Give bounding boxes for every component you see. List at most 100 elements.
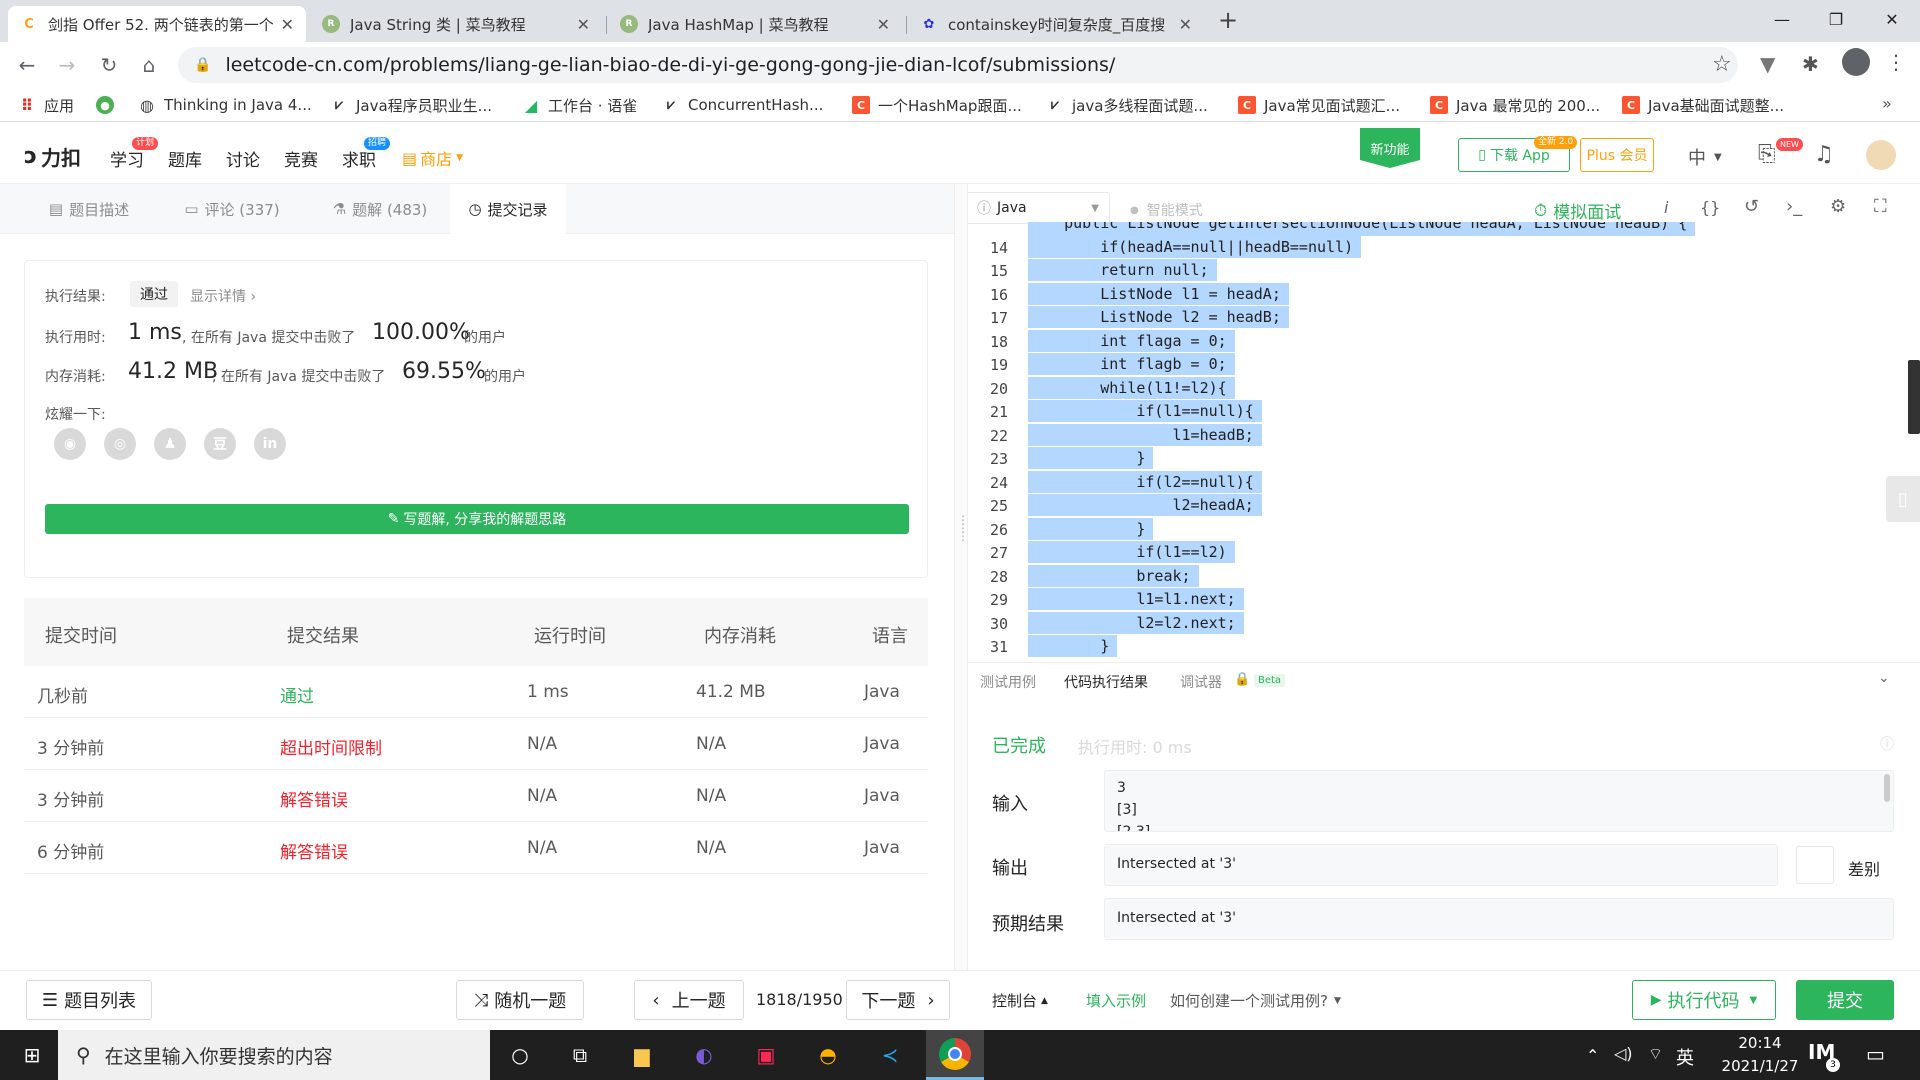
bookmark-concurrenthash[interactable]: ⩗ ConcurrentHash... [662,94,823,116]
file-explorer-icon[interactable]: ▆ [622,1036,662,1074]
tab-test-case[interactable]: 测试用例 [980,672,1036,692]
cell-result[interactable]: 通过 [280,682,314,707]
close-icon[interactable]: ✕ [281,15,294,34]
clock-date[interactable]: 2021/1/27 [1708,1057,1812,1075]
terminal-icon[interactable]: ›_ [1786,196,1802,217]
run-code-button[interactable]: ▶ 执行代码 ▼ [1632,980,1776,1020]
nav-contest[interactable]: 竞赛 [284,146,318,171]
tab-submissions[interactable]: ◷ 提交记录 [450,184,566,234]
panel-divider[interactable] [954,184,968,970]
cell-result[interactable]: 解答错误 [280,838,348,863]
cortana-icon[interactable]: ○ [500,1036,540,1074]
tab-run-result[interactable]: 代码执行结果 [1064,672,1148,692]
code-line[interactable]: l2=headA; [1028,494,1262,516]
bookmark-java-200[interactable]: C Java 最常见的 200... [1430,94,1600,116]
collapse-chevron-icon[interactable]: ⌄ [1878,670,1890,686]
intellij-icon[interactable]: ▣ [746,1036,786,1074]
side-panel-toggle-icon[interactable]: ▯ [1886,476,1920,522]
qq-icon[interactable]: ♟ [154,428,186,460]
reset-icon[interactable]: ↺ [1744,196,1759,217]
cell-result[interactable]: 解答错误 [280,786,348,811]
windows-start-icon[interactable]: ⊞ [10,1036,54,1074]
network-icon[interactable]: ⌔ [1648,1044,1663,1064]
avatar[interactable] [1866,140,1896,170]
code-line[interactable]: public ListNode getIntersectionNode(List… [1028,222,1696,236]
bookmark-java-common[interactable]: C Java常见面试题汇... [1238,94,1400,116]
browser-tab-3[interactable]: R Java HashMap | 菜鸟教程 ✕ [608,6,902,42]
code-line[interactable]: int flaga = 0; [1028,329,1235,352]
home-icon[interactable]: ⌂ [134,50,164,80]
info-italic-icon[interactable]: i [1664,198,1668,217]
code-line[interactable]: l2=l2.next; [1028,611,1244,634]
linkedin-icon[interactable]: in [254,428,286,460]
tab-solutions[interactable]: ⚗ 题解 (483) [320,184,440,234]
browser-tab-4[interactable]: ✿ containskey时间复杂度_百度搜 ✕ [908,6,1204,42]
editor-scrollbar[interactable] [1908,360,1920,434]
code-line[interactable]: break; [1028,564,1199,587]
help-icon[interactable]: ⓘ [1880,734,1894,754]
clock-time[interactable]: 20:14 [1722,1034,1798,1052]
ime-indicator[interactable]: 英 [1676,1044,1694,1070]
prev-problem-button[interactable]: ‹ 上一题 [634,980,744,1020]
inbox-icon[interactable]: ⎘ [1758,142,1776,167]
code-line[interactable]: if(l1==null){ [1028,400,1262,422]
fill-example-link[interactable]: 填入示例 [1086,990,1146,1011]
bookmark-hashmap-interview[interactable]: C 一个HashMap跟面... [852,94,1022,116]
bookmark-thinking-java[interactable]: ◍ Thinking in Java 4... [138,94,312,116]
write-solution-button[interactable]: ✎ 写题解, 分享我的解题思路 [45,504,909,534]
plus-member-button[interactable]: Plus 会员 [1580,138,1654,172]
cell-result[interactable]: 超出时间限制 [280,734,382,759]
extension-v-icon[interactable]: ▼ [1760,52,1775,76]
code-line[interactable]: ListNode l1 = headA; [1028,282,1289,305]
star-icon[interactable]: ☆ [1712,52,1732,77]
settings-icon[interactable]: ⚙ [1830,196,1846,217]
bookmark-apps[interactable]: ⠿ 应用 [18,94,74,116]
how-to-create-test-dropdown[interactable]: 如何创建一个测试用例? ▼ [1170,990,1341,1011]
site-logo[interactable]: ↄ 力扣 [24,142,81,171]
new-feature-ribbon[interactable]: 新功能 [1360,128,1420,168]
close-icon[interactable]: ✕ [1179,15,1192,34]
close-icon[interactable]: ✕ [577,15,590,34]
input-box[interactable]: 3 [3] [2,3] [1104,770,1894,832]
nav-problems[interactable]: 题库 [168,146,202,171]
tab-description[interactable]: ▤ 题目描述 [28,184,150,234]
action-center-icon[interactable]: ▭ [1866,1042,1885,1066]
fullscreen-icon[interactable]: ⛶ [1874,196,1887,217]
url-input[interactable]: 🔒 leetcode-cn.com/problems/liang-ge-lian… [178,47,1738,83]
eclipse-icon[interactable]: ◐ [684,1036,724,1074]
vscode-icon[interactable]: ≺ [870,1036,910,1074]
tab-debugger[interactable]: 调试器 [1180,672,1222,692]
language-switch[interactable]: 中 ▼ [1688,144,1722,170]
volume-icon[interactable]: ◁) [1614,1044,1633,1063]
bookmark-java-career[interactable]: ⩗ Java程序员职业生... [330,94,492,116]
code-line[interactable]: if(headA==null||headB==null) [1028,235,1362,258]
profile-icon[interactable] [1842,48,1870,76]
code-line[interactable]: l1=headB; [1028,423,1262,446]
tab-comments[interactable]: ▭ 评论 (337) [172,184,292,234]
bookmark-java-thread[interactable]: ⩗ java多线程面试题... [1046,94,1208,116]
close-window-icon[interactable]: ✕ [1862,0,1920,38]
table-row[interactable] [24,666,928,718]
table-row[interactable] [24,770,928,822]
bell-icon[interactable]: ♫ [1814,142,1834,167]
diff-toggle[interactable] [1796,846,1834,884]
new-tab-icon[interactable]: + [1218,6,1238,34]
submit-button[interactable]: 提交 [1796,980,1894,1020]
douban-icon[interactable]: 豆 [204,428,236,460]
language-select[interactable]: ⓘ Java ▼ [966,192,1110,224]
code-line[interactable]: } [1028,635,1118,657]
next-problem-button[interactable]: 下一题 › [846,980,950,1020]
table-row[interactable] [24,822,928,874]
lock-icon[interactable]: 🔒 [194,57,211,73]
code-line[interactable]: while(l1!=l2){ [1028,376,1235,399]
code-line[interactable]: if(l1==l2) [1028,541,1235,563]
nav-discuss[interactable]: 讨论 [226,146,260,171]
weibo-icon[interactable]: ◎ [104,428,136,460]
code-line[interactable]: if(l2==null){ [1028,470,1262,493]
code-line[interactable]: return null; [1028,259,1217,281]
task-view-icon[interactable]: ⧉ [560,1036,600,1074]
maximize-icon[interactable]: ❐ [1806,0,1866,38]
nav-store[interactable]: ▤ 商店 ▼ [402,146,463,170]
taskbar-search[interactable]: ⚲ 在这里输入你要搜索的内容 [58,1030,490,1080]
smart-mode-toggle[interactable]: ● 智能模式 [1130,200,1203,220]
